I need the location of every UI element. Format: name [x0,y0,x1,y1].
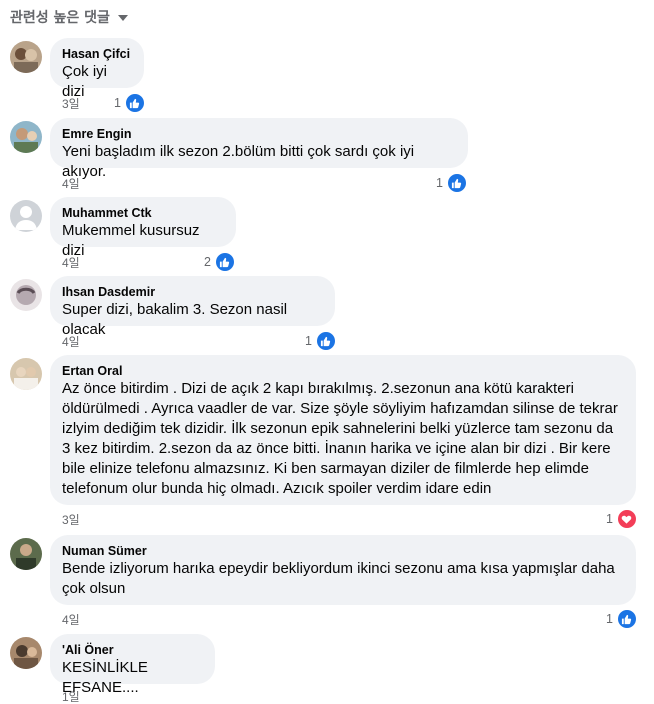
avatar[interactable] [10,121,42,153]
timestamp[interactable]: 4일 [62,335,80,349]
like-icon [314,330,337,352]
reaction-summary[interactable]: 1 [436,172,468,194]
reaction-summary[interactable]: 2 [204,251,236,273]
comment-text: Mukemmel kusursuz dizi [62,222,200,259]
timestamp[interactable]: 4일 [62,177,80,191]
comment-bubble: Muhammet Ctk Mukemmel kusursuz dizi [50,197,236,259]
author-name[interactable]: Muhammet Ctk [62,205,224,221]
timestamp[interactable]: 3일 [62,513,80,527]
sort-label: 관련성 높은 댓글 [10,10,110,26]
like-icon [213,251,236,273]
avatar[interactable] [10,538,42,570]
avatar[interactable] [10,358,42,390]
love-icon [615,508,638,530]
timestamp[interactable]: 4일 [62,256,80,270]
author-name[interactable]: Hasan Çifci [62,46,132,62]
like-icon [123,92,146,114]
timestamp[interactable]: 1일 [62,690,80,704]
comment-bubble: Ertan Oral Az önce bitirdim . Dizi de aç… [50,355,636,505]
comment-text: Az önce bitirdim . Dizi de açık 2 kapı b… [62,380,618,497]
comment-bubble: Hasan Çifci Çok iyi dizi [50,38,144,100]
comment-text: Yeni başladım ilk sezon 2.bölüm bitti ço… [62,143,415,180]
avatar[interactable] [10,279,42,311]
caret-down-icon [117,15,128,21]
comment-bubble: Numan Sümer Bende izliyorum harıka epeyd… [50,535,636,605]
author-name[interactable]: Ertan Oral [62,363,624,379]
like-icon [615,608,638,630]
comment-bubble: Emre Engin Yeni başladım ilk sezon 2.böl… [50,118,468,180]
sort-comments-dropdown[interactable]: 관련성 높은 댓글 [10,6,128,28]
reaction-count: 2 [204,255,211,269]
author-name[interactable]: Numan Sümer [62,543,624,559]
author-name[interactable]: Emre Engin [62,126,456,142]
author-name[interactable]: 'Ali Öner [62,642,203,658]
reaction-summary[interactable]: 1 [114,92,146,114]
comment-text: Bende izliyorum harıka epeydir bekliyord… [62,560,615,597]
reaction-summary[interactable]: 1 [305,330,337,352]
reaction-count: 1 [436,176,443,190]
reaction-count: 1 [606,512,613,526]
avatar[interactable] [10,200,42,232]
comment-bubble: 'Ali Öner KESİNLİKLE EFSANE.... [50,634,215,696]
avatar[interactable] [10,41,42,73]
like-icon [445,172,468,194]
timestamp[interactable]: 3일 [62,97,80,111]
author-name[interactable]: Ihsan Dasdemir [62,284,323,300]
reaction-summary[interactable]: 1 [606,608,638,630]
reaction-summary[interactable]: 1 [606,508,638,530]
comment-bubble: Ihsan Dasdemir Super dizi, bakalim 3. Se… [50,276,335,338]
reaction-count: 1 [114,96,121,110]
reaction-count: 1 [305,334,312,348]
timestamp[interactable]: 4일 [62,613,80,627]
comment-text: KESİNLİKLE EFSANE.... [62,659,148,696]
avatar[interactable] [10,637,42,669]
reaction-count: 1 [606,612,613,626]
comment-text: Super dizi, bakalim 3. Sezon nasil olaca… [62,301,288,338]
